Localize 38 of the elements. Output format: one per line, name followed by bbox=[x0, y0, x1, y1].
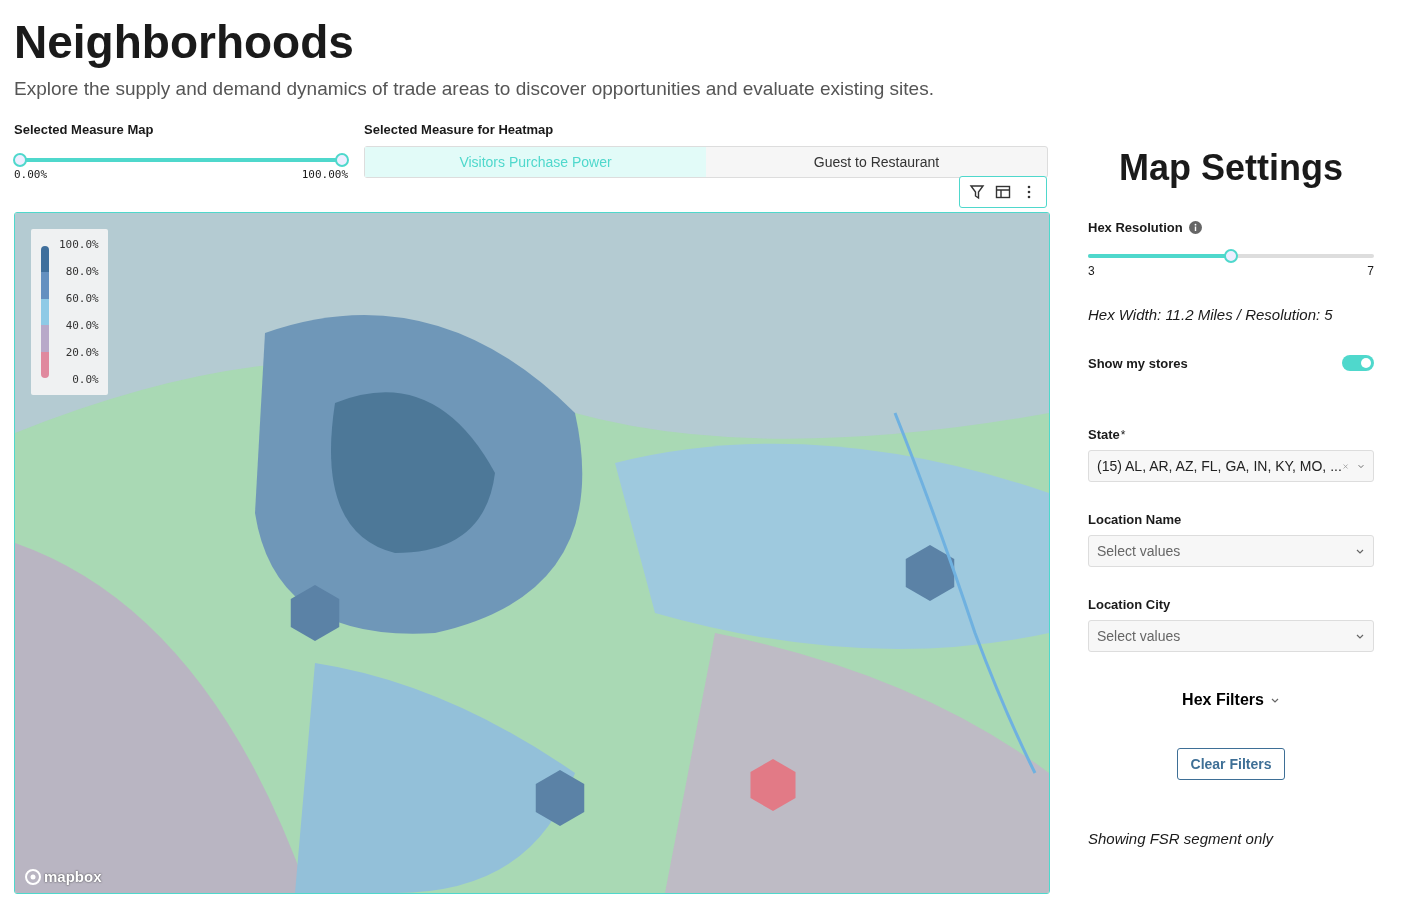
settings-title: Map Settings bbox=[1118, 146, 1344, 190]
hex-filters-toggle[interactable]: Hex Filters bbox=[1176, 690, 1286, 710]
resolution-slider[interactable] bbox=[1088, 249, 1374, 263]
slider-label: Selected Measure Map bbox=[14, 122, 155, 137]
required-mark: * bbox=[1120, 427, 1126, 442]
slider-max-label: 100.00% bbox=[301, 168, 348, 181]
stores-toggle[interactable] bbox=[1342, 355, 1374, 371]
field-label: Location City bbox=[1088, 597, 1171, 612]
slider-min-label: 0.00% bbox=[14, 168, 48, 181]
heatmap-label: Selected Measure for Heatmap bbox=[364, 122, 555, 137]
select-field[interactable]: Select values bbox=[1088, 535, 1374, 567]
page-title: Neighborhoods bbox=[14, 15, 355, 70]
legend-label: 40.0% bbox=[64, 319, 99, 332]
hex-resolution-label: Hex Resolution bbox=[1088, 220, 1183, 235]
clear-filters-button[interactable]: Clear Filters bbox=[1176, 748, 1286, 780]
slider-handle[interactable] bbox=[335, 153, 349, 167]
legend-label: 80.0% bbox=[64, 265, 99, 278]
slider-max-label: 7 bbox=[1367, 264, 1374, 278]
legend-label: 100.0% bbox=[59, 238, 99, 251]
legend-label: 60.0% bbox=[64, 292, 99, 305]
slider-handle[interactable] bbox=[1224, 249, 1238, 263]
hex-info-text: Hex Width: 11.2 Miles / Resolution: 5 bbox=[1088, 306, 1334, 323]
field-label: Location Name bbox=[1088, 512, 1182, 527]
legend-label: 0.0% bbox=[71, 373, 99, 386]
page-subtitle: Explore the supply and demand dynamics of trade areas to discover opportunities and evaluate existing sites. bbox=[14, 78, 935, 100]
range-slider[interactable] bbox=[14, 153, 348, 167]
field-label: State bbox=[1088, 427, 1120, 442]
select-field[interactable]: Select values bbox=[1088, 620, 1374, 652]
info-icon[interactable] bbox=[1188, 221, 1202, 234]
slider-handle[interactable] bbox=[13, 153, 27, 167]
toggle-label: Show my stores bbox=[1088, 355, 1188, 371]
slider-min-label: 3 bbox=[1088, 264, 1095, 278]
legend-label: 20.0% bbox=[64, 346, 99, 359]
segment-tab[interactable]: Guest to Restaurant bbox=[706, 147, 1047, 177]
clear-icon[interactable] bbox=[1341, 461, 1349, 471]
select-field[interactable]: (15) AL, AR, AZ, FL, GA, IN, KY, MO, ... bbox=[1088, 450, 1374, 482]
segment-note: Showing FSR segment only bbox=[1088, 830, 1275, 847]
mapbox-logo-icon bbox=[25, 868, 41, 885]
